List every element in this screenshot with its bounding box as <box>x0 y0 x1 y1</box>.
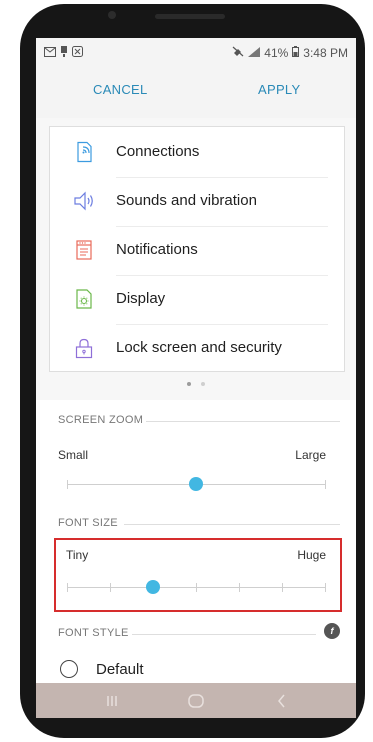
slider-tick <box>325 480 326 489</box>
preview-item-display: Display <box>50 276 344 325</box>
section-divider <box>146 421 340 422</box>
notification-icon <box>60 46 68 60</box>
battery-level: 41% <box>264 46 289 60</box>
preview-card[interactable]: Connections Sounds and vibration Notific… <box>49 126 345 372</box>
preview-item-label: Sounds and vibration <box>116 192 257 209</box>
screen-zoom-thumb[interactable] <box>189 477 203 491</box>
font-size-header: FONT SIZE <box>58 517 118 529</box>
font-style-default-radio[interactable] <box>60 660 78 678</box>
cancel-button[interactable]: CANCEL <box>93 82 148 97</box>
font-download-icon[interactable]: f <box>324 623 340 639</box>
gmail-icon <box>44 46 56 60</box>
notifications-icon <box>73 239 95 261</box>
front-camera <box>108 11 116 19</box>
battery-icon <box>292 46 300 60</box>
section-divider <box>124 524 340 525</box>
preview-item-connections: Connections <box>50 129 344 178</box>
back-icon[interactable] <box>272 691 292 711</box>
page-dot-active <box>187 382 191 386</box>
preview-item-sounds: Sounds and vibration <box>50 178 344 227</box>
signal-icon <box>248 46 261 60</box>
font-size-highlight <box>54 538 342 612</box>
navigation-bar <box>36 683 356 718</box>
preview-item-label: Notifications <box>116 241 198 258</box>
status-bar: 41% 3:48 PM <box>36 38 356 66</box>
mute-icon <box>232 46 244 60</box>
device-screen: 41% 3:48 PM CANCEL APPLY Connections Sou… <box>36 38 356 718</box>
preview-item-lock-screen: Lock screen and security <box>50 325 344 374</box>
screen-zoom-max-label: Large <box>295 448 326 462</box>
slider-tick <box>67 480 68 489</box>
display-icon <box>73 288 95 310</box>
earpiece-speaker <box>155 14 225 19</box>
screen-zoom-min-label: Small <box>58 448 89 462</box>
screen-zoom-header: SCREEN ZOOM <box>58 414 144 426</box>
clock: 3:48 PM <box>303 46 348 60</box>
connections-icon <box>73 141 95 163</box>
apply-button[interactable]: APPLY <box>258 82 300 97</box>
font-style-default-label: Default <box>96 661 144 678</box>
sound-icon <box>73 190 95 212</box>
section-divider <box>132 634 316 635</box>
page-dot <box>201 382 205 386</box>
action-bar: CANCEL APPLY <box>36 66 356 118</box>
page-indicator <box>36 378 356 390</box>
preview-item-label: Lock screen and security <box>116 339 282 356</box>
preview-item-notifications: Notifications <box>50 227 344 276</box>
recents-icon[interactable] <box>102 691 122 711</box>
preview-item-label: Display <box>116 290 166 307</box>
home-icon[interactable] <box>186 691 206 711</box>
font-style-header: FONT STYLE <box>58 627 129 639</box>
lock-icon <box>73 337 95 359</box>
preview-item-label: Connections <box>116 143 200 160</box>
app-icon <box>72 46 83 60</box>
